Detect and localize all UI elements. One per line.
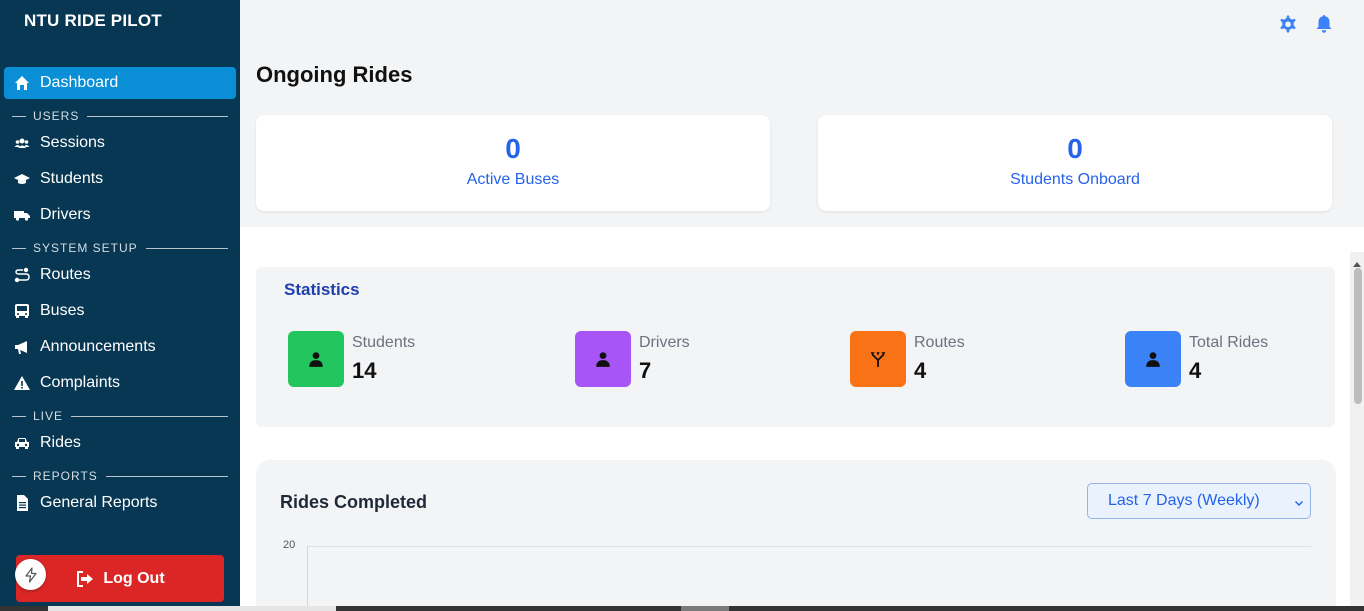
chart-y-axis	[307, 546, 308, 611]
stat-students: Students 14	[288, 331, 415, 387]
sidebar-item-rides[interactable]: Rides	[4, 427, 236, 459]
sidebar-item-label: Buses	[40, 302, 85, 319]
bell-icon[interactable]	[1314, 14, 1334, 34]
scroll-up-arrow-icon[interactable]	[1353, 256, 1361, 267]
stat-value: 4	[1189, 358, 1202, 383]
bus-icon	[12, 303, 32, 319]
sidebar-item-label: Students	[40, 170, 104, 187]
stat-value: 14	[352, 358, 377, 383]
sidebar-item-dashboard[interactable]: Dashboard	[4, 67, 236, 99]
stat-drivers: Drivers 7	[575, 331, 690, 387]
brand-title: NTU RIDE PILOT	[24, 11, 162, 30]
warning-icon	[12, 375, 32, 391]
range-select[interactable]: Last 7 Days (Weekly)	[1087, 483, 1311, 519]
graduation-cap-icon	[12, 171, 32, 187]
user-icon	[288, 331, 344, 387]
chart-y-tick: 20	[283, 539, 296, 551]
stat-label: Drivers	[639, 334, 690, 351]
user-icon	[575, 331, 631, 387]
section-live: LIVE	[12, 409, 228, 423]
home-icon	[12, 75, 32, 91]
sidebar-item-students[interactable]: Students	[4, 163, 236, 195]
sidebar-item-label: Rides	[40, 434, 81, 451]
sidebar-item-sessions[interactable]: Sessions	[4, 127, 236, 159]
sidebar-item-label: Announcements	[40, 338, 156, 355]
stat-label: Students	[352, 334, 416, 351]
sidebar-item-label: Drivers	[40, 206, 91, 223]
sidebar-item-general-reports[interactable]: General Reports	[4, 487, 236, 519]
stat-value: 4	[914, 358, 927, 383]
logout-label: Log Out	[103, 569, 165, 587]
sidebar-item-label: Complaints	[40, 374, 121, 391]
users-group-icon	[12, 135, 32, 151]
rides-completed-title: Rides Completed	[280, 492, 428, 512]
kpi-students-onboard: 0 Students Onboard	[818, 115, 1332, 211]
user-icon	[1125, 331, 1181, 387]
kpi-value: 0	[1067, 133, 1083, 164]
sidebar-item-label: Sessions	[40, 134, 105, 151]
range-select-value: Last 7 Days (Weekly)	[1108, 492, 1260, 509]
section-reports: REPORTS	[12, 469, 228, 483]
stat-value: 7	[639, 358, 652, 383]
sidebar: NTU RIDE PILOT Dashboard USERS Sessions …	[0, 0, 240, 606]
kpi-label: Active Buses	[466, 171, 560, 188]
sidebar-item-label: General Reports	[40, 494, 158, 511]
sidebar-item-label: Dashboard	[40, 74, 119, 91]
logout-button[interactable]: Log Out	[16, 555, 224, 602]
stat-label: Total Rides	[1189, 334, 1269, 351]
kpi-label: Students Onboard	[1010, 171, 1140, 188]
bottom-strip	[0, 606, 1364, 611]
car-icon	[12, 435, 32, 451]
sidebar-item-routes[interactable]: Routes	[4, 259, 236, 291]
stat-total-rides: Total Rides 4	[1125, 331, 1268, 387]
chart-gridline	[307, 546, 1311, 547]
header-actions	[1278, 14, 1334, 34]
sidebar-item-label: Routes	[40, 266, 91, 283]
kpi-active-buses: 0 Active Buses	[256, 115, 770, 211]
kpi-value: 0	[505, 133, 521, 164]
document-icon	[12, 495, 32, 511]
chevron-down-icon	[1294, 496, 1304, 506]
gear-icon[interactable]	[1278, 14, 1298, 34]
sidebar-item-buses[interactable]: Buses	[4, 295, 236, 327]
code-fork-icon	[850, 331, 906, 387]
route-icon	[12, 267, 32, 283]
megaphone-icon	[12, 339, 32, 355]
logout-icon	[77, 570, 94, 587]
sidebar-item-announcements[interactable]: Announcements	[4, 331, 236, 363]
stat-routes: Routes 4	[850, 331, 965, 387]
statistics-title: Statistics	[284, 280, 360, 299]
page-title: Ongoing Rides	[256, 62, 413, 87]
sidebar-item-drivers[interactable]: Drivers	[4, 199, 236, 231]
section-users: USERS	[12, 109, 228, 123]
sidebar-item-complaints[interactable]: Complaints	[4, 367, 236, 399]
truck-icon	[12, 207, 32, 223]
section-system-setup: SYSTEM SETUP	[12, 241, 228, 255]
scrollbar-thumb[interactable]	[1354, 268, 1362, 404]
bolt-icon[interactable]	[15, 559, 46, 590]
stat-label: Routes	[914, 334, 965, 351]
